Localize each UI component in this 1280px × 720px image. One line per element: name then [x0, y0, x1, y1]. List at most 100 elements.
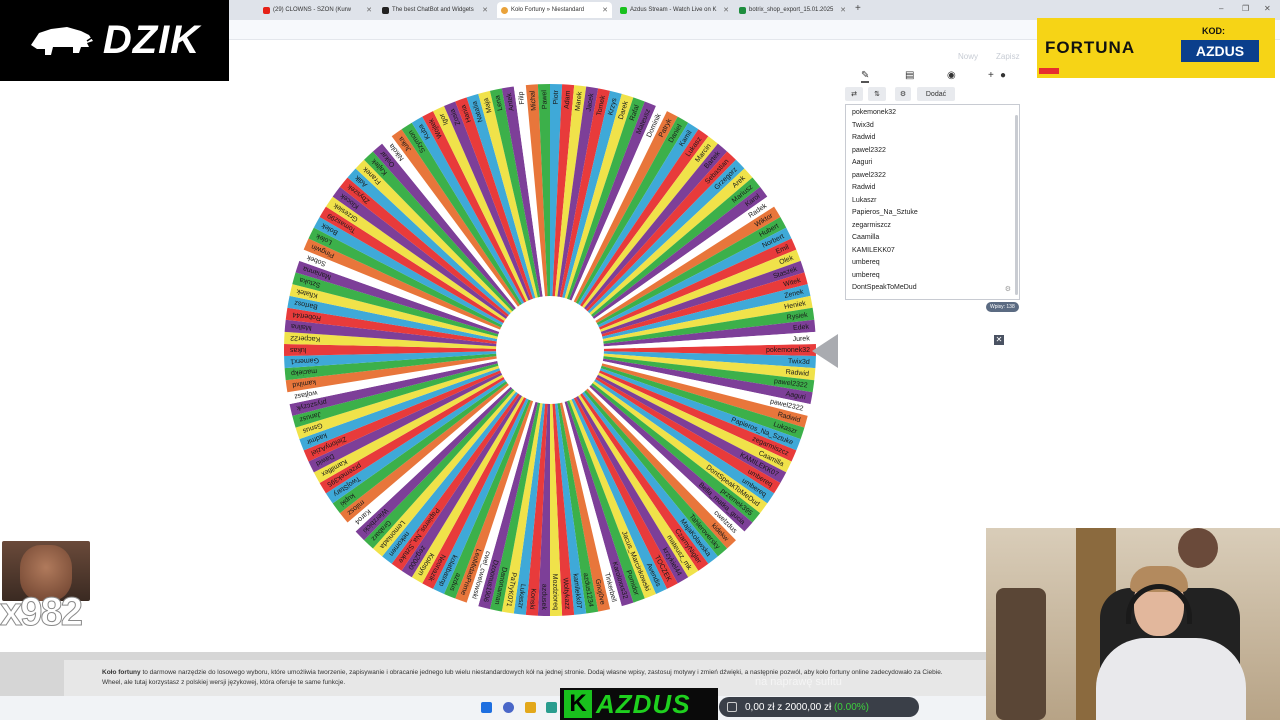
- cam-caption: na naprawę sufitu: [755, 676, 842, 688]
- entries-textarea[interactable]: ⚙ pokemonek32 Twix3d Radwid pawel2322 Aaguri…: [845, 104, 1020, 300]
- info-line-2: Wheel, ale tutaj korzystasz z polskiej w…: [102, 679, 346, 686]
- donation-separator: z: [777, 701, 783, 713]
- wheel-label: Gamerx1: [290, 356, 319, 364]
- wheel-pointer: [812, 334, 838, 368]
- tab-label: Koło Fortuny » Niestandard: [511, 7, 585, 13]
- browser-tab-chatbot[interactable]: The best ChatBot and Widgets ✕: [378, 2, 492, 18]
- browser-tab-kick[interactable]: Azdus Stream - Watch Live on K ✕: [616, 2, 733, 18]
- donation-progress: 0,00 zł z 2000,00 zł (0.00%): [745, 702, 869, 713]
- plus-icon[interactable]: +: [988, 70, 994, 81]
- wheel-label: azdusek: [540, 584, 548, 611]
- close-tab-icon[interactable]: ✕: [840, 6, 846, 14]
- entry-line[interactable]: Radwid: [852, 134, 875, 141]
- discord-icon[interactable]: [503, 702, 514, 713]
- donation-percent: (0.00%): [833, 701, 869, 713]
- close-icon[interactable]: ✕: [994, 335, 1004, 345]
- donation-amount: 0,00 zł: [745, 701, 775, 713]
- close-tab-icon[interactable]: ✕: [723, 6, 729, 14]
- wheel-label: Piotr: [553, 89, 560, 104]
- goal-icon: [727, 702, 737, 712]
- wheel-label: pokemonek32: [766, 347, 810, 354]
- entry-line[interactable]: pokemonek32: [852, 109, 896, 116]
- entry-line[interactable]: Radwid: [852, 184, 875, 191]
- close-tab-icon[interactable]: ✕: [366, 6, 372, 14]
- close-tab-icon[interactable]: ✕: [482, 6, 488, 14]
- wheel-label: Mozdzioreq: [551, 574, 559, 610]
- wheel-label: Edek: [793, 324, 810, 332]
- entry-line[interactable]: umbereq: [852, 272, 880, 279]
- edge-icon[interactable]: [546, 702, 557, 713]
- entry-line[interactable]: DontSpeakToMeDud: [852, 284, 917, 291]
- info-brand: Koło fortuny: [102, 669, 141, 676]
- streamer-logo: DZIK: [0, 0, 229, 81]
- wheel-label: Filip: [518, 91, 526, 105]
- tab-label: The best ChatBot and Widgets: [392, 7, 474, 13]
- windows-start-icon[interactable]: [481, 702, 492, 713]
- globe-icon[interactable]: ●: [1000, 70, 1006, 81]
- minimize-button[interactable]: –: [1219, 4, 1223, 13]
- entry-line[interactable]: umbereq: [852, 259, 880, 266]
- shuffle-button[interactable]: ⇄: [845, 87, 863, 101]
- entry-line[interactable]: Aaguri: [852, 159, 872, 166]
- info-text-box: Koło fortuny to darmowe narzędzie do los…: [64, 660, 986, 696]
- entry-line[interactable]: pawel2322: [852, 147, 886, 154]
- entries-count: Wpisy: 138: [990, 304, 1015, 310]
- stream-screenshot: (29) CLOWNS - SZON (Kurw ✕ The best Chat…: [0, 0, 1280, 720]
- add-image-button[interactable]: Dodać: [917, 87, 955, 101]
- entry-line[interactable]: zegarmiszcz: [852, 222, 891, 229]
- hide-eye-icon[interactable]: ◉: [947, 70, 956, 81]
- wheel-label: Kacper22: [290, 334, 320, 342]
- entry-line[interactable]: KAMILEKK07: [852, 247, 895, 254]
- sponsor-accent: [1039, 68, 1059, 74]
- wheel-label: Jurek: [792, 335, 810, 343]
- wheel-label: Adam: [564, 90, 572, 109]
- entry-line[interactable]: pawel2322: [852, 172, 886, 179]
- sponsor-code: AZDUS: [1181, 40, 1259, 62]
- close-tab-icon[interactable]: ✕: [602, 6, 608, 14]
- chair-image: [996, 588, 1046, 720]
- plant-image: [1178, 528, 1218, 568]
- new-tab-button[interactable]: +: [855, 3, 861, 14]
- wheel-label: Twix3d: [788, 358, 810, 366]
- gear-icon[interactable]: ⚙: [1005, 285, 1011, 293]
- entry-line[interactable]: Lukaszr: [852, 197, 877, 204]
- youtube-icon: [263, 6, 270, 14]
- editor-tabs: ✎ ▤ ◉ + ●: [843, 68, 1021, 86]
- wheel-label: Pawel: [541, 90, 548, 110]
- save-wheel-link[interactable]: Zapisz: [996, 52, 1020, 61]
- new-wheel-link[interactable]: Nowy: [958, 52, 978, 61]
- chrome-icon: [501, 6, 508, 14]
- multiplier-counter: x982: [0, 590, 83, 634]
- wheel-label: Michal: [529, 90, 537, 111]
- pencil-icon[interactable]: ✎: [861, 70, 870, 83]
- channel-name: AZDUS: [596, 688, 691, 719]
- sheets-icon: [739, 6, 746, 14]
- sort-button[interactable]: ⇅: [868, 87, 886, 101]
- tab-label: botrix_shop_export_15.01.2025: [749, 7, 834, 13]
- entries-count-badge: Wpisy: 138: [986, 302, 1019, 312]
- sponsor-code-label: KOD:: [1202, 26, 1225, 36]
- wheel-label: Konski: [528, 588, 536, 610]
- donation-target: 2000,00 zł: [785, 701, 832, 713]
- browser-tab-youtube[interactable]: (29) CLOWNS - SZON (Kurw ✕: [259, 2, 376, 18]
- donation-goal: 0,00 zł z 2000,00 zł (0.00%): [719, 697, 919, 717]
- browser-tab-wheel[interactable]: Koło Fortuny » Niestandard ✕: [497, 2, 612, 18]
- close-window-button[interactable]: ✕: [1264, 4, 1271, 13]
- streamer-webcam: [986, 528, 1280, 720]
- tab-label: (29) CLOWNS - SZON (Kurw: [273, 7, 352, 13]
- clipboard-icon[interactable]: ▤: [905, 70, 914, 81]
- browser-tab-sheets[interactable]: botrix_shop_export_15.01.2025 ✕: [735, 2, 850, 18]
- entries-scrollbar[interactable]: [1015, 115, 1018, 295]
- maximize-button[interactable]: ❐: [1242, 4, 1249, 13]
- entry-line[interactable]: Papieros_Na_Sztuke: [852, 209, 918, 216]
- wheel-label: lukas: [290, 346, 307, 353]
- settings-gear-icon[interactable]: ⚙: [895, 87, 911, 101]
- wheel-center[interactable]: [496, 296, 604, 404]
- streamer-logo-text: DZIK: [102, 18, 201, 62]
- editor-actions: ⇄ ⇅ ⚙ Dodać: [843, 86, 1021, 102]
- file-explorer-icon[interactable]: [525, 702, 536, 713]
- github-icon: [382, 6, 389, 14]
- entry-line[interactable]: Caamilla: [852, 234, 879, 241]
- entry-line[interactable]: Twix3d: [852, 122, 874, 129]
- fortune-wheel[interactable]: pokemonek32Twix3dRadwidpawel2322Aaguripa…: [280, 80, 820, 620]
